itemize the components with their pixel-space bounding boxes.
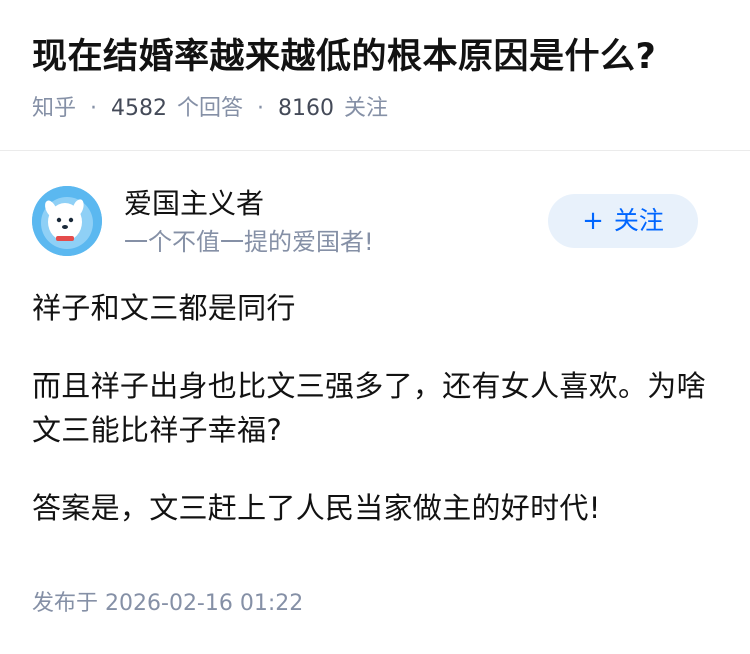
- answer-body: 祥子和文三都是同行 而且祥子出身也比文三强多了，还有女人喜欢。为啥文三能比祥子幸…: [32, 286, 718, 564]
- question-meta: 知乎 · 4582 个回答 · 8160 关注: [32, 92, 388, 126]
- author-row: 爱国主义者 一个不值一提的爱国者! + 关注: [0, 151, 750, 271]
- follower-count: 8160: [278, 96, 335, 121]
- meta-separator: ·: [90, 96, 98, 121]
- follow-button[interactable]: + 关注: [548, 194, 698, 248]
- publish-timestamp: 2026-02-16 01:22: [105, 591, 304, 616]
- dog-avatar-icon[interactable]: [32, 186, 102, 256]
- publish-time: 发布于 2026-02-16 01:22: [32, 588, 303, 620]
- publish-prefix: 发布于: [32, 591, 99, 616]
- answer-count-unit[interactable]: 个回答: [177, 92, 243, 126]
- follower-count-unit: 关注: [344, 96, 389, 121]
- author-bio: 一个不值一提的爱国者!: [124, 228, 374, 256]
- question-title[interactable]: 现在结婚率越来越低的根本原因是什么?: [32, 32, 656, 82]
- meta-separator: ·: [257, 96, 265, 121]
- avatar-illustration: [32, 186, 102, 256]
- source-label[interactable]: 知乎: [32, 92, 76, 126]
- follow-label: 关注: [613, 206, 664, 235]
- answer-paragraph: 答案是，文三赶上了人民当家做主的好时代!: [32, 491, 601, 525]
- answer-paragraph: 而且祥子出身也比文三强多了，还有女人喜欢。为啥文三能比祥子幸福?: [32, 369, 706, 447]
- plus-icon: +: [582, 206, 604, 236]
- answer-paragraph: 祥子和文三都是同行: [32, 291, 296, 325]
- question-header: 现在结婚率越来越低的根本原因是什么? 知乎 · 4582 个回答 · 8160 …: [0, 0, 750, 151]
- answer-count: 4582: [111, 96, 168, 121]
- author-name[interactable]: 爱国主义者: [124, 185, 264, 223]
